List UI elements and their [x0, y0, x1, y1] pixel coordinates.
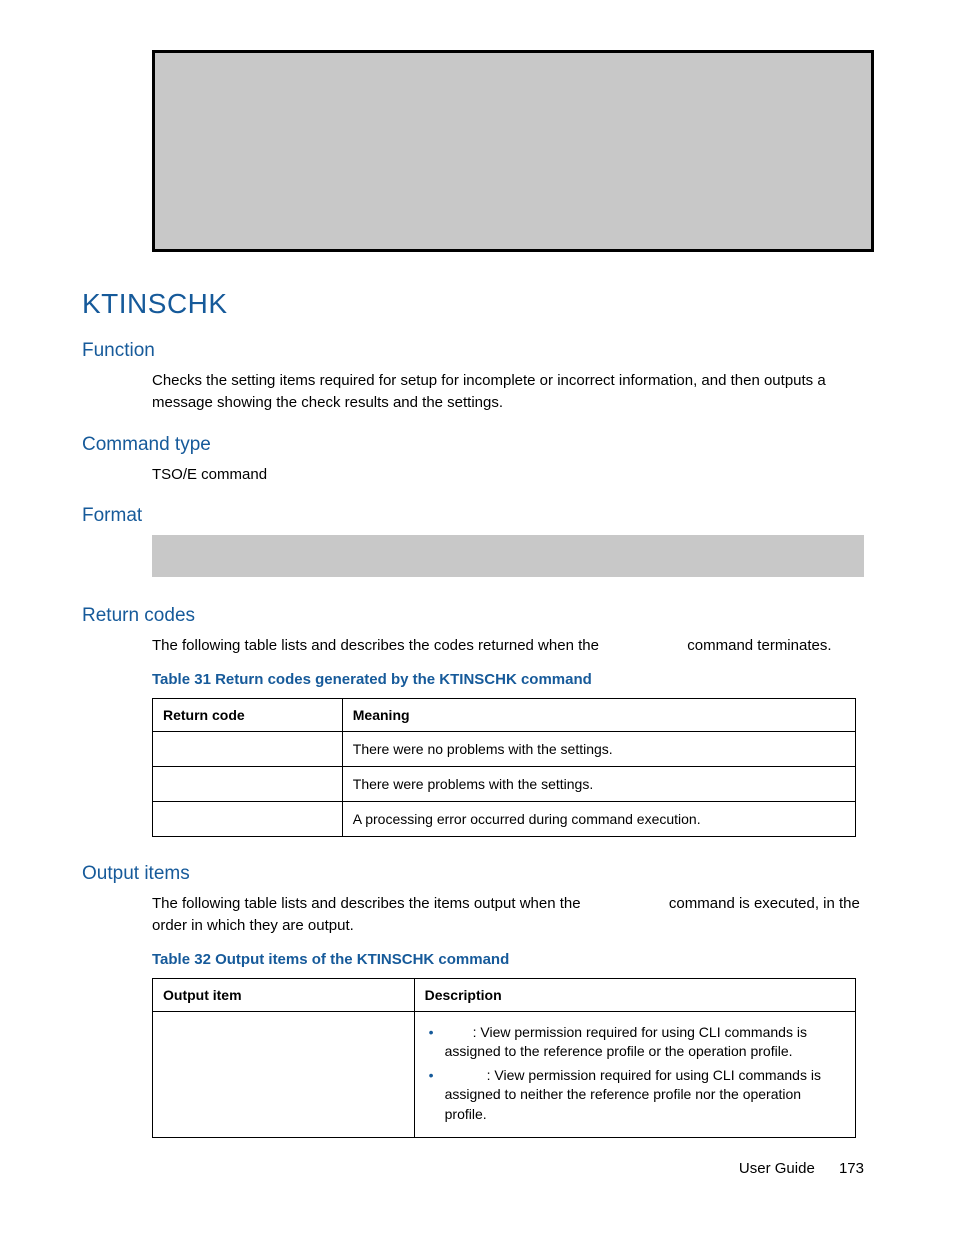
- rc-header-code: Return code: [153, 699, 343, 732]
- section-outputitems-title: Output items: [82, 863, 864, 885]
- rc-meaning: A processing error occurred during comma…: [342, 802, 855, 837]
- rc-meaning: There were no problems with the settings…: [342, 732, 855, 767]
- section-format-title: Format: [82, 505, 864, 527]
- oi-desc: : View permission required for using CLI…: [414, 1011, 855, 1138]
- oi-item: [153, 1011, 415, 1138]
- footer-label: User Guide: [739, 1160, 815, 1177]
- table-row: A processing error occurred during comma…: [153, 802, 856, 837]
- rc-code: [153, 802, 343, 837]
- rc-header-meaning: Meaning: [342, 699, 855, 732]
- rc-meaning: There were problems with the settings.: [342, 767, 855, 802]
- outputitems-caption: Table 32 Output items of the KTINSCHK co…: [152, 951, 864, 968]
- commandtype-text: TSO/E command: [152, 464, 864, 486]
- list-item: : View permission required for using CLI…: [425, 1023, 845, 1062]
- command-title: KTINSCHK: [82, 288, 864, 320]
- returncodes-table: Return code Meaning There were no proble…: [152, 698, 856, 837]
- section-commandtype-title: Command type: [82, 434, 864, 456]
- format-placeholder: [152, 535, 864, 577]
- returncodes-intro: The following table lists and describes …: [152, 635, 864, 657]
- function-text: Checks the setting items required for se…: [152, 370, 864, 414]
- oi-header-item: Output item: [153, 978, 415, 1011]
- table-row: There were problems with the settings.: [153, 767, 856, 802]
- bullet-text: : View permission required for using CLI…: [445, 1024, 807, 1060]
- rc-code: [153, 732, 343, 767]
- table-row: There were no problems with the settings…: [153, 732, 856, 767]
- table-header-row: Output item Description: [153, 978, 856, 1011]
- table-row: : View permission required for using CLI…: [153, 1011, 856, 1138]
- rc-code: [153, 767, 343, 802]
- page-footer: User Guide 173: [739, 1160, 864, 1177]
- outputitems-table: Output item Description : View permissio…: [152, 978, 856, 1139]
- table-header-row: Return code Meaning: [153, 699, 856, 732]
- returncodes-intro-after: command terminates.: [687, 637, 831, 654]
- footer-page-number: 173: [839, 1160, 864, 1177]
- section-returncodes-title: Return codes: [82, 605, 864, 627]
- list-item: : View permission required for using CLI…: [425, 1066, 845, 1125]
- section-function-title: Function: [82, 340, 864, 362]
- returncodes-intro-before: The following table lists and describes …: [152, 637, 603, 654]
- outputitems-intro: The following table lists and describes …: [152, 893, 864, 937]
- page: KTINSCHK Function Checks the setting ite…: [0, 0, 954, 1235]
- figure-placeholder: [152, 50, 874, 252]
- returncodes-caption: Table 31 Return codes generated by the K…: [152, 671, 864, 688]
- bullet-text: : View permission required for using CLI…: [445, 1067, 821, 1122]
- outputitems-intro-before: The following table lists and describes …: [152, 895, 585, 912]
- oi-header-desc: Description: [414, 978, 855, 1011]
- oi-desc-list: : View permission required for using CLI…: [425, 1023, 845, 1125]
